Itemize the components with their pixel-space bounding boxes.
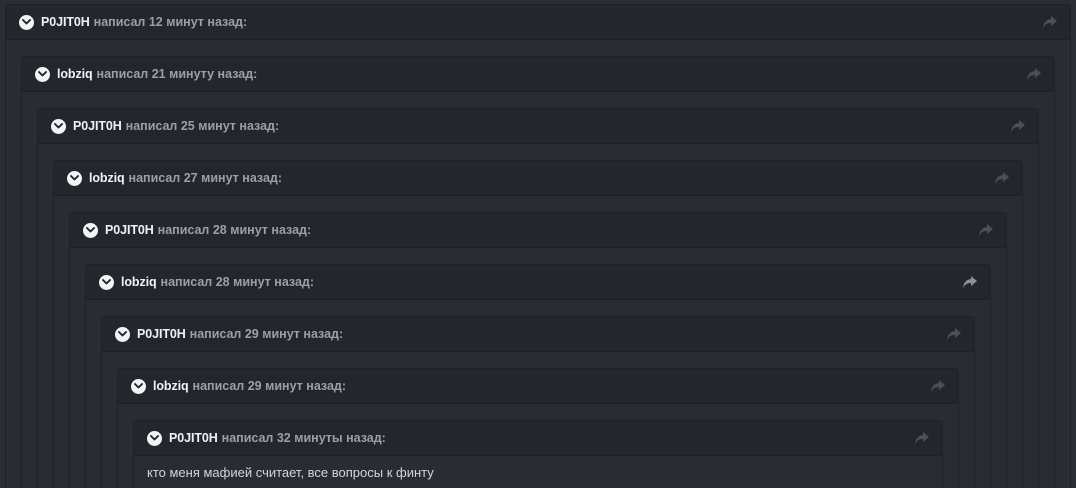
share-arrow-icon[interactable] [962,275,978,289]
share-arrow-icon[interactable] [946,327,962,341]
comment-header: lobziq написал 29 минут назад: [118,369,958,404]
comment-header: P0JIT0H написал 12 минут назад: [6,5,1070,40]
chevron-down-icon[interactable] [99,274,114,290]
comment-author[interactable]: P0JIT0H [137,327,186,341]
comment-author[interactable]: lobziq [89,171,125,185]
comment-header: P0JIT0H написал 28 минут назад: [70,213,1006,248]
share-arrow-icon[interactable] [930,379,946,393]
comment-header: lobziq написал 21 минуту назад: [22,57,1054,92]
comment-author[interactable]: lobziq [121,275,157,289]
comment-timestamp: написал 12 минут назад: [93,15,248,29]
comment-author[interactable]: P0JIT0H [73,119,122,133]
comment: P0JIT0H написал 32 минуты назад: кто меня … [133,420,943,488]
comment-author[interactable]: P0JIT0H [105,223,154,237]
chevron-down-icon[interactable] [19,14,34,30]
comment-timestamp: написал 21 минуту назад: [96,67,258,81]
chevron-down-icon[interactable] [83,222,98,238]
comment-header: P0JIT0H написал 32 минуты назад: [134,421,942,456]
comment-timestamp: написал 29 минут назад: [192,379,347,393]
comment-timestamp: написал 27 минут назад: [128,171,283,185]
comment-author[interactable]: P0JIT0H [41,15,90,29]
chevron-down-icon[interactable] [131,378,146,394]
share-arrow-icon[interactable] [994,171,1010,185]
chevron-down-icon[interactable] [147,430,162,446]
share-arrow-icon[interactable] [1010,119,1026,133]
comment-timestamp: написал 28 минут назад: [160,275,315,289]
share-arrow-icon[interactable] [1042,15,1058,29]
share-arrow-icon[interactable] [1026,67,1042,81]
chevron-down-icon[interactable] [35,66,50,82]
chevron-down-icon[interactable] [51,118,66,134]
comment-header: P0JIT0H написал 29 минут назад: [102,317,974,352]
comment-thread: P0JIT0H написал 12 минут назад: lobziq напи… [0,0,1076,488]
comment-author[interactable]: lobziq [153,379,189,393]
comment-timestamp: написал 32 минуты назад: [221,431,386,445]
chevron-down-icon[interactable] [115,326,130,342]
comment-header: P0JIT0H написал 25 минут назад: [38,109,1038,144]
comment-author[interactable]: lobziq [57,67,93,81]
comment-timestamp: написал 25 минут назад: [125,119,280,133]
share-arrow-icon[interactable] [914,431,930,445]
share-arrow-icon[interactable] [978,223,994,237]
comment-timestamp: написал 28 минут назад: [157,223,312,237]
comment-author[interactable]: P0JIT0H [169,431,218,445]
comment-body: кто меня мафией считает, все вопросы к ф… [147,465,434,480]
comment-header: lobziq написал 27 минут назад: [54,161,1022,196]
chevron-down-icon[interactable] [67,170,82,186]
comment-timestamp: написал 29 минут назад: [189,327,344,341]
comment-header: lobziq написал 28 минут назад: [86,265,990,300]
